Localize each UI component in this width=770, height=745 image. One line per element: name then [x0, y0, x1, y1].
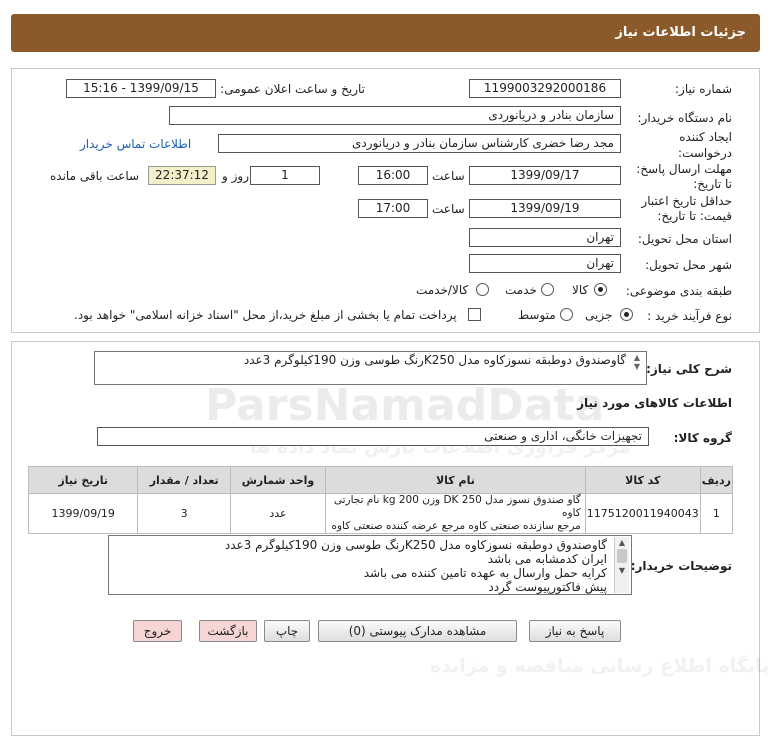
process-option-medium: متوسط — [518, 308, 556, 322]
cell-code: 1175120011940043 — [584, 493, 701, 534]
category-radio-goods[interactable] — [594, 283, 607, 296]
category-option-both: کالا/خدمت — [416, 283, 469, 297]
creator-label-1: ایجاد کننده — [679, 130, 732, 144]
city-label: شهر محل تحویل: — [645, 258, 732, 272]
goods-section-title: اطلاعات کالاهای مورد نیاز — [577, 396, 732, 410]
col-row: ردیف — [699, 466, 734, 494]
cell-qty: 3 — [137, 493, 231, 534]
page-title: جزئیات اطلاعات نیاز — [615, 25, 746, 40]
cell-name-line2: مرجع سازنده صنعتی کاوه مرجع عرضه کننده ص… — [331, 520, 581, 532]
deadline-time-field[interactable]: 16:00 — [358, 166, 428, 185]
process-radio-medium[interactable] — [560, 308, 573, 321]
process-radio-minor[interactable] — [620, 308, 633, 321]
announce-label: تاریخ و ساعت اعلان عمومی: — [220, 82, 365, 96]
creator-label-2: درخواست: — [678, 146, 732, 160]
print-button[interactable]: چاپ — [264, 620, 310, 642]
col-qty: تعداد / مقدار — [137, 466, 231, 494]
validity-time-label: ساعت — [432, 202, 465, 216]
need-number-label: شماره نیاز: — [675, 82, 732, 96]
treasury-payment-note: پرداخت تمام یا بخشی از مبلغ خرید،از محل … — [74, 308, 457, 322]
deadline-label-2: تا تاریخ: — [693, 177, 732, 191]
buyer-note-line-1: گاوصندوق دوطبقه نسوزکاوه مدل K250رنگ طوس… — [224, 538, 607, 552]
category-radio-service[interactable] — [541, 283, 554, 296]
buyer-note-line-3: کرایه حمل وارسال به عهده تامین کننده می … — [363, 566, 607, 580]
buyer-org-label: نام دستگاه خریدار: — [637, 111, 733, 125]
back-button[interactable]: بازگشت — [199, 620, 257, 642]
page-header: جزئیات اطلاعات نیاز — [11, 14, 760, 52]
deadline-date-field[interactable]: 1399/09/17 — [469, 166, 621, 185]
deadline-time-label: ساعت — [432, 169, 465, 183]
category-option-goods: کالا — [572, 283, 589, 297]
treasury-payment-checkbox[interactable] — [468, 308, 481, 321]
cell-name-line1: گاو صندوق نسوز مدل DK 250 وزن 200 kg نام… — [333, 494, 581, 519]
remaining-time-field: 22:37:12 — [148, 166, 216, 185]
days-label: روز و — [222, 169, 249, 183]
col-unit: واحد شمارش — [229, 466, 327, 494]
summary-field[interactable]: گاوصندوق دوطبقه نسوزکاوه مدل K250رنگ طوس… — [94, 351, 647, 385]
deadline-label-1: مهلت ارسال پاسخ: — [636, 162, 732, 176]
col-date: تاریخ نیاز — [27, 466, 139, 494]
category-radio-both[interactable] — [476, 283, 489, 296]
goods-group-label: گروه کالا: — [673, 431, 732, 445]
scroll-down-icon[interactable]: ▼ — [615, 565, 629, 577]
scroll-up-icon[interactable]: ▲ — [615, 537, 629, 549]
summary-text: گاوصندوق دوطبقه نسوزکاوه مدل K250رنگ طوس… — [243, 353, 626, 367]
category-label: طبقه بندی موضوعی: — [625, 284, 732, 298]
province-field[interactable]: تهران — [469, 228, 621, 247]
cell-name: گاو صندوق نسوز مدل DK 250 وزن 200 kg نام… — [325, 493, 586, 534]
validity-time-field[interactable]: 17:00 — [358, 199, 428, 218]
buyer-notes-scrollbar[interactable]: ▲ ▼ — [614, 537, 629, 593]
process-label: نوع فرآیند خرید : — [647, 309, 732, 323]
buyer-org-field[interactable]: سازمان بنادر و دریانوردی — [169, 106, 621, 125]
cell-date: 1399/09/19 — [27, 493, 139, 534]
goods-table-header: ردیف کد کالا نام کالا واحد شمارش تعداد /… — [27, 466, 734, 494]
goods-table: ردیف کد کالا نام کالا واحد شمارش تعداد /… — [27, 466, 734, 534]
cell-unit: عدد — [229, 493, 327, 534]
validity-label-2: قیمت: تا تاریخ: — [657, 209, 732, 223]
scroll-thumb[interactable] — [617, 549, 627, 563]
col-code: کد کالا — [584, 466, 701, 494]
category-option-service: خدمت — [505, 283, 537, 297]
reply-button[interactable]: پاسخ به نیاز — [529, 620, 621, 642]
city-field[interactable]: تهران — [469, 254, 621, 273]
process-option-minor: جزیی — [585, 308, 613, 322]
days-field[interactable]: 1 — [250, 166, 320, 185]
province-label: استان محل تحویل: — [637, 232, 732, 246]
validity-label-1: حداقل تاریخ اعتبار — [641, 194, 732, 208]
buyer-note-line-2: ایران کدمشابه می باشد — [487, 552, 607, 566]
contact-info-link[interactable]: اطلاعات تماس خریدار — [80, 137, 191, 151]
summary-label: شرح کلی نیاز: — [646, 362, 732, 376]
cell-row: 1 — [699, 493, 734, 534]
goods-group-field[interactable]: تجهیزات خانگی، اداری و صنعتی — [97, 427, 649, 446]
creator-field[interactable]: مجد رضا خضری کارشناس سازمان بنادر و دریا… — [218, 134, 621, 153]
view-attachments-button[interactable]: مشاهده مدارک پیوستی (0) — [318, 620, 517, 642]
table-row[interactable]: 1 1175120011940043 گاو صندوق نسوز مدل DK… — [27, 493, 734, 534]
remaining-label: ساعت باقی مانده — [50, 169, 140, 183]
validity-date-field[interactable]: 1399/09/19 — [469, 199, 621, 218]
summary-resize-icon[interactable]: ▲ ▼ — [630, 353, 644, 371]
buyer-note-line-4: پیش فاکتورپیوست گردد — [488, 580, 607, 594]
exit-button[interactable]: خروج — [133, 620, 182, 642]
announce-field[interactable]: 1399/09/15 - 15:16 — [66, 79, 216, 98]
col-name: نام کالا — [325, 466, 586, 494]
buyer-notes-field[interactable]: گاوصندوق دوطبقه نسوزکاوه مدل K250رنگ طوس… — [108, 535, 632, 595]
need-number-field[interactable]: 1199003292000186 — [469, 79, 621, 98]
buyer-notes-label: توضیحات خریدار: — [630, 559, 732, 573]
